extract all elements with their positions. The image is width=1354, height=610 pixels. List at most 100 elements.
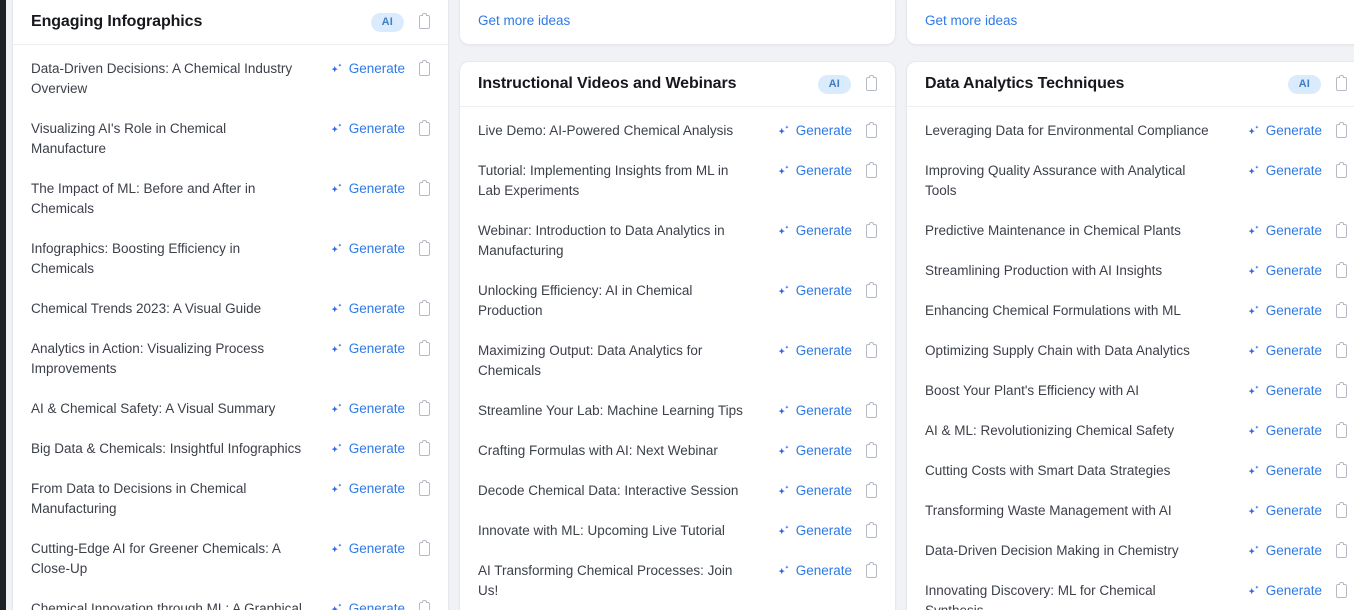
generate-button[interactable]: Generate <box>1246 342 1322 360</box>
generate-button[interactable]: Generate <box>1246 302 1322 320</box>
generate-button[interactable]: Generate <box>329 600 405 610</box>
generate-button[interactable]: Generate <box>1246 222 1322 240</box>
idea-row-actions: Generate <box>776 161 879 180</box>
idea-copy-icon[interactable] <box>416 540 432 558</box>
generate-button[interactable]: Generate <box>329 340 405 358</box>
idea-copy-icon[interactable] <box>863 482 879 500</box>
idea-row: Tutorial: Implementing Insights from ML … <box>460 151 895 211</box>
generate-button[interactable]: Generate <box>776 562 852 580</box>
idea-copy-icon[interactable] <box>1333 502 1349 520</box>
generate-label: Generate <box>796 522 852 540</box>
idea-copy-icon[interactable] <box>863 162 879 180</box>
content-ideas-board: Engaging InfographicsAIData-Driven Decis… <box>0 0 1354 610</box>
idea-copy-icon[interactable] <box>416 340 432 358</box>
generate-button[interactable]: Generate <box>776 522 852 540</box>
generate-label: Generate <box>1266 222 1322 240</box>
idea-copy-icon[interactable] <box>863 122 879 140</box>
idea-copy-icon[interactable] <box>1333 122 1349 140</box>
idea-copy-icon[interactable] <box>416 240 432 258</box>
generate-button[interactable]: Generate <box>776 222 852 240</box>
idea-title: Infographics: Boosting Efficiency in Che… <box>31 239 303 279</box>
sparkle-icon <box>329 602 344 610</box>
idea-copy-icon[interactable] <box>1333 462 1349 480</box>
idea-copy-icon[interactable] <box>416 120 432 138</box>
idea-title: Innovate with ML: Upcoming Live Tutorial <box>478 521 750 541</box>
get-more-ideas-link[interactable]: Get more ideas <box>478 12 570 30</box>
generate-button[interactable]: Generate <box>1246 462 1322 480</box>
generate-button[interactable]: Generate <box>1246 542 1322 560</box>
generate-button[interactable]: Generate <box>329 440 405 458</box>
idea-copy-icon[interactable] <box>1333 542 1349 560</box>
generate-button[interactable]: Generate <box>329 300 405 318</box>
generate-button[interactable]: Generate <box>776 122 852 140</box>
idea-row: Live Demo: AI-Powered Chemical AnalysisG… <box>460 111 895 151</box>
card-copy-icon[interactable] <box>416 13 432 31</box>
generate-button[interactable]: Generate <box>329 240 405 258</box>
idea-copy-icon[interactable] <box>416 440 432 458</box>
idea-copy-icon[interactable] <box>1333 342 1349 360</box>
generate-button[interactable]: Generate <box>776 402 852 420</box>
generate-button[interactable]: Generate <box>329 540 405 558</box>
idea-row: Cutting-Edge AI for Greener Chemicals: A… <box>13 529 448 589</box>
idea-copy-icon[interactable] <box>863 562 879 580</box>
card-copy-icon[interactable] <box>1333 75 1349 93</box>
generate-button[interactable]: Generate <box>329 480 405 498</box>
idea-row: Boost Your Plant's Efficiency with AIGen… <box>907 371 1354 411</box>
idea-row: Infographics: Boosting Efficiency in Che… <box>13 229 448 289</box>
idea-copy-icon[interactable] <box>1333 382 1349 400</box>
generate-button[interactable]: Generate <box>329 120 405 138</box>
generate-button[interactable]: Generate <box>329 400 405 418</box>
idea-copy-icon[interactable] <box>1333 302 1349 320</box>
idea-title: Data-Driven Decision Making in Chemistry <box>925 541 1217 561</box>
generate-button[interactable]: Generate <box>329 60 405 78</box>
idea-copy-icon[interactable] <box>863 342 879 360</box>
idea-copy-icon[interactable] <box>416 300 432 318</box>
generate-button[interactable]: Generate <box>1246 582 1322 600</box>
generate-label: Generate <box>796 122 852 140</box>
sparkle-icon <box>329 342 344 357</box>
idea-copy-icon[interactable] <box>863 402 879 420</box>
sparkle-icon <box>1246 124 1261 139</box>
idea-row: Webinar: Introduction to Data Analytics … <box>460 211 895 271</box>
sparkle-icon <box>329 122 344 137</box>
generate-button[interactable]: Generate <box>1246 502 1322 520</box>
generate-button[interactable]: Generate <box>776 442 852 460</box>
idea-copy-icon[interactable] <box>863 442 879 460</box>
idea-copy-icon[interactable] <box>1333 422 1349 440</box>
idea-row: Chemical Trends 2023: A Visual GuideGene… <box>13 289 448 329</box>
idea-row-actions: Generate <box>329 119 432 138</box>
idea-copy-icon[interactable] <box>416 180 432 198</box>
generate-label: Generate <box>796 342 852 360</box>
idea-copy-icon[interactable] <box>416 600 432 610</box>
generate-label: Generate <box>1266 342 1322 360</box>
generate-button[interactable]: Generate <box>1246 382 1322 400</box>
generate-button[interactable]: Generate <box>776 482 852 500</box>
idea-copy-icon[interactable] <box>1333 162 1349 180</box>
sparkle-icon <box>329 242 344 257</box>
idea-copy-icon[interactable] <box>863 282 879 300</box>
idea-copy-icon[interactable] <box>1333 222 1349 240</box>
generate-button[interactable]: Generate <box>1246 422 1322 440</box>
copy-glyph <box>419 302 430 316</box>
idea-copy-icon[interactable] <box>863 222 879 240</box>
generate-button[interactable]: Generate <box>329 180 405 198</box>
generate-button[interactable]: Generate <box>1246 122 1322 140</box>
card-copy-icon[interactable] <box>863 75 879 93</box>
idea-copy-icon[interactable] <box>416 400 432 418</box>
generate-button[interactable]: Generate <box>1246 262 1322 280</box>
idea-copy-icon[interactable] <box>416 480 432 498</box>
generate-button[interactable]: Generate <box>776 162 852 180</box>
idea-row: From Data to Decisions in Chemical Manuf… <box>13 469 448 529</box>
card-header-actions: AI <box>371 13 432 32</box>
generate-button[interactable]: Generate <box>776 282 852 300</box>
sparkle-icon <box>329 182 344 197</box>
sparkle-icon <box>776 124 791 139</box>
idea-copy-icon[interactable] <box>863 522 879 540</box>
copy-glyph <box>1336 264 1347 278</box>
idea-copy-icon[interactable] <box>1333 582 1349 600</box>
get-more-ideas-link[interactable]: Get more ideas <box>925 12 1017 30</box>
generate-button[interactable]: Generate <box>1246 162 1322 180</box>
idea-copy-icon[interactable] <box>416 60 432 78</box>
generate-button[interactable]: Generate <box>776 342 852 360</box>
idea-copy-icon[interactable] <box>1333 262 1349 280</box>
